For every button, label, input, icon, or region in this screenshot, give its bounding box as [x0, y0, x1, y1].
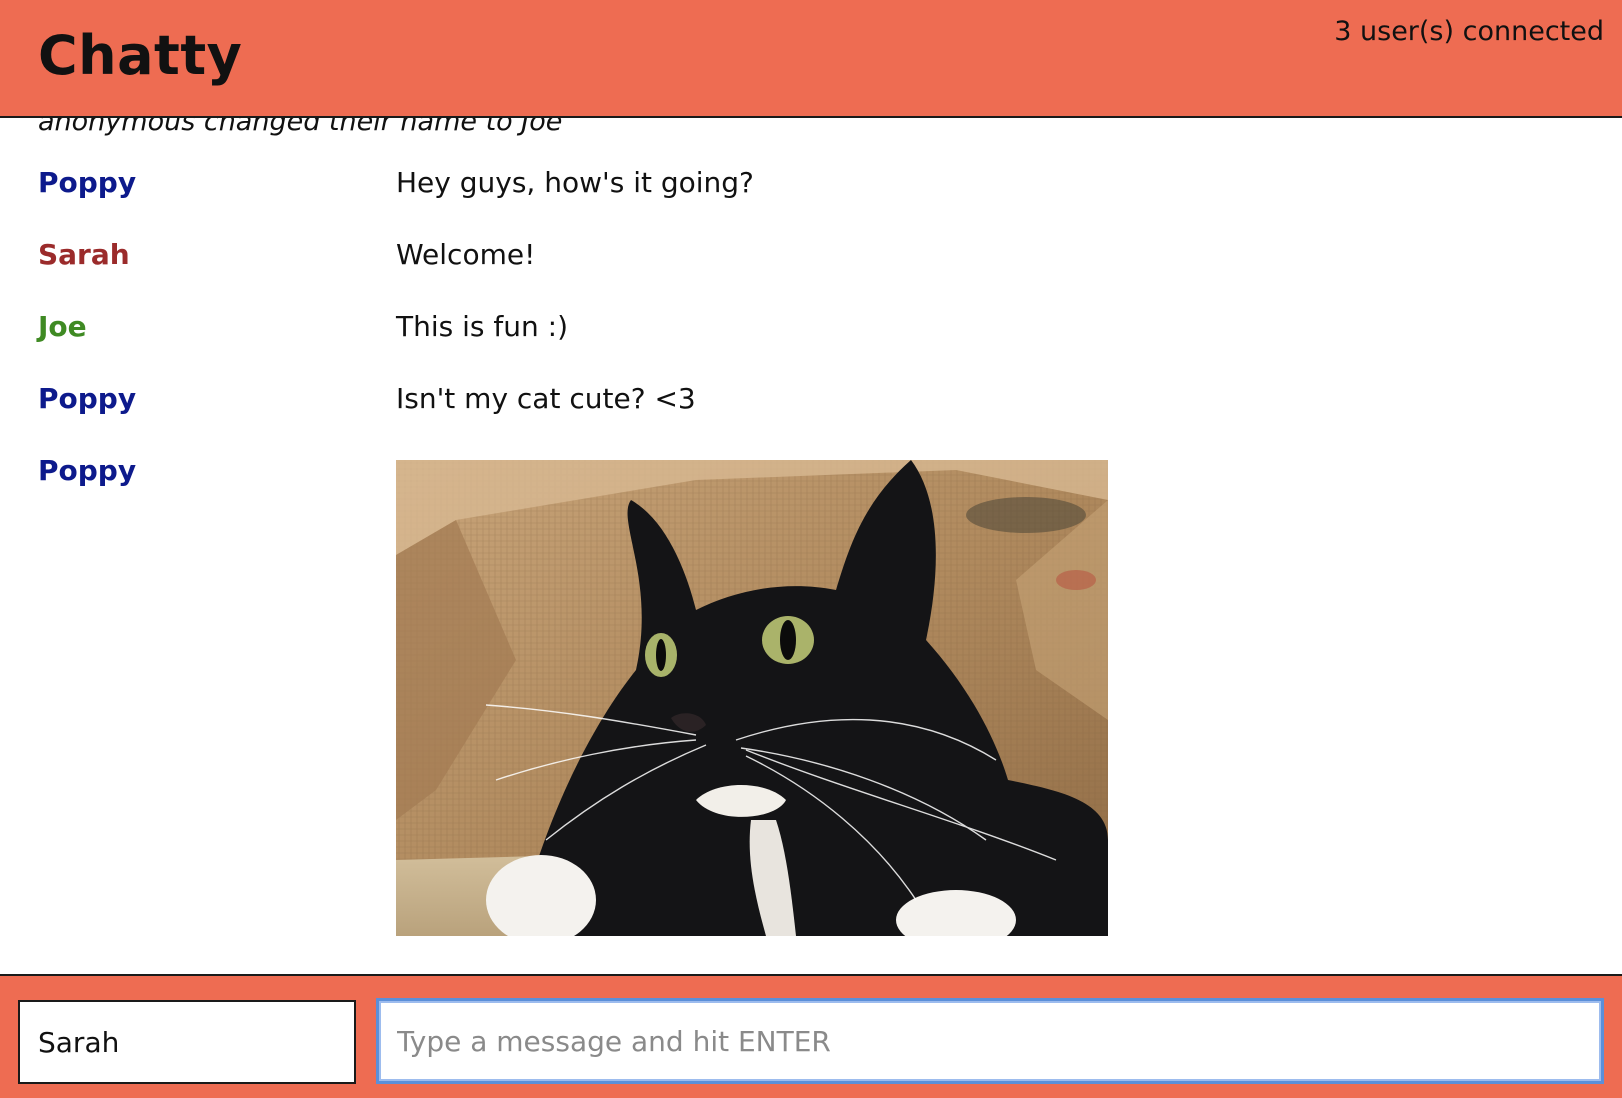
message-content: Welcome!: [396, 238, 536, 271]
cat-photo: [396, 460, 1108, 936]
message-list[interactable]: anonymous changed their name to Joe Popp…: [0, 104, 1622, 974]
chat-composer: [0, 974, 1622, 1098]
chat-app: Chatty 3 user(s) connected anonymous cha…: [0, 0, 1622, 1098]
message-username: Poppy: [38, 166, 137, 199]
message-username: Poppy: [38, 382, 137, 415]
app-brand: Chatty: [38, 24, 243, 87]
message-content: Isn't my cat cute? <3: [396, 382, 696, 415]
message-username: Joe: [38, 310, 87, 343]
navbar: Chatty 3 user(s) connected: [0, 0, 1622, 118]
message-username: Poppy: [38, 454, 137, 487]
username-input[interactable]: [18, 1000, 356, 1084]
message-content: Hey guys, how's it going?: [396, 166, 754, 199]
user-count: 3 user(s) connected: [1334, 16, 1604, 47]
message-username: Sarah: [38, 238, 130, 271]
message-input[interactable]: [376, 998, 1604, 1084]
message-content: This is fun :): [396, 310, 568, 343]
